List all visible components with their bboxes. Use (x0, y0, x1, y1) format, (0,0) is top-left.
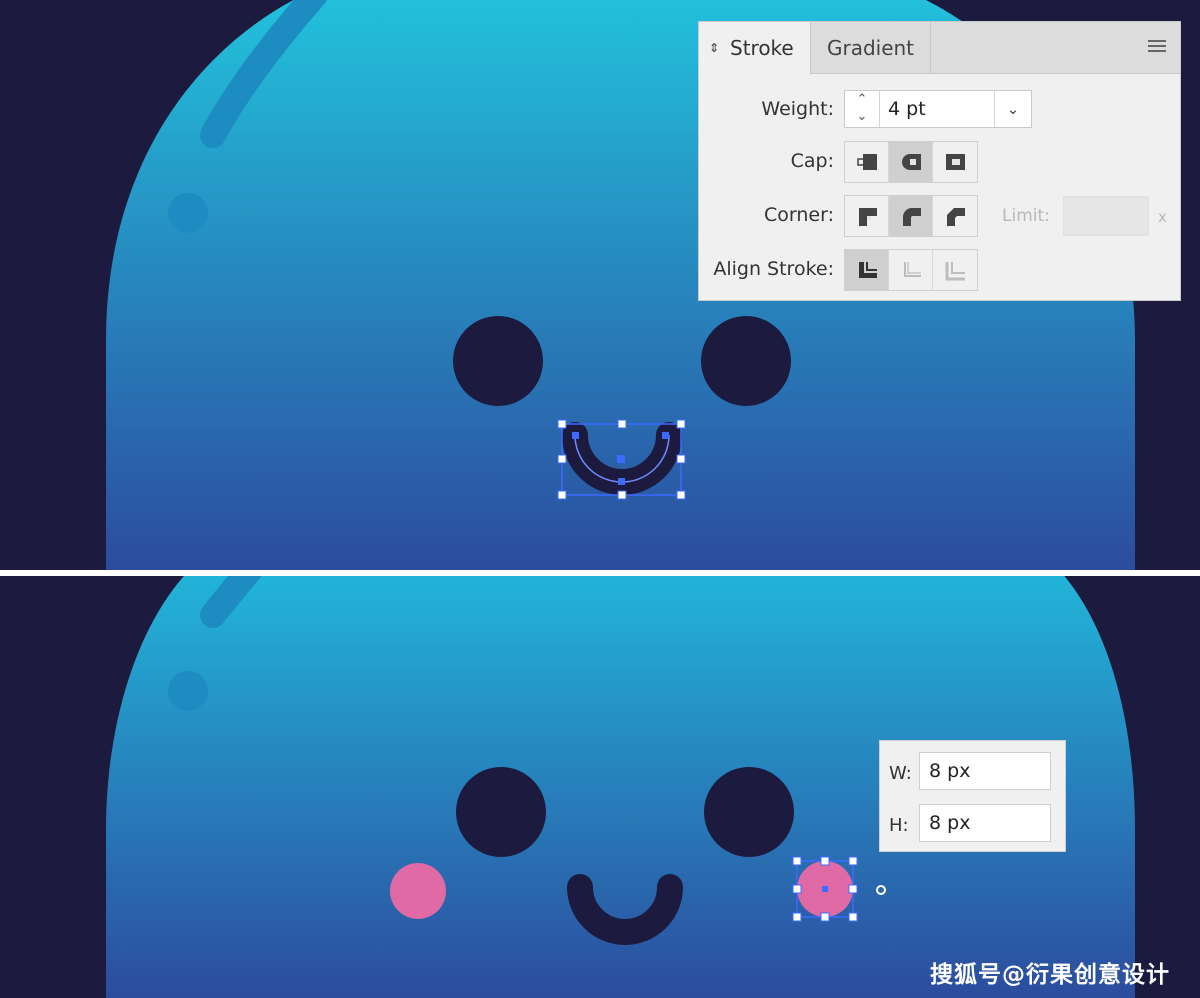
watermark-text: 搜狐号@衍果创意设计 (930, 962, 1170, 988)
limit-input[interactable] (1063, 196, 1149, 236)
left-eye (456, 767, 546, 857)
width-label: W: (889, 763, 912, 784)
butt-cap-button[interactable] (845, 142, 889, 182)
cap-label: Cap: (790, 150, 834, 172)
butt-cap-icon (856, 154, 877, 170)
align-stroke-label: Align Stroke: (713, 258, 834, 280)
limit-unit: x (1158, 208, 1167, 226)
round-cap-icon (901, 154, 921, 170)
tab-stroke[interactable]: ⇕ Stroke (699, 22, 811, 75)
tab-gradient-label: Gradient (826, 36, 915, 60)
bevel-join-icon (947, 208, 965, 226)
tab-gradient[interactable]: Gradient (811, 22, 931, 74)
height-label: H: (889, 815, 909, 836)
right-eye (701, 316, 791, 406)
left-cheek (390, 863, 446, 919)
corner-label: Corner: (764, 204, 834, 226)
projecting-cap-button[interactable] (933, 142, 977, 182)
miter-join-button[interactable] (845, 196, 889, 236)
align-center-icon (858, 262, 877, 278)
weight-label: Weight: (761, 98, 834, 120)
chevron-down-icon[interactable]: ⌄ (994, 91, 1031, 127)
align-stroke-button-group (844, 249, 978, 291)
bevel-join-button[interactable] (933, 196, 977, 236)
align-outside-button[interactable] (933, 250, 977, 290)
highlight-dot (168, 671, 208, 711)
right-eye (704, 767, 794, 857)
stroke-panel: ⇕ Stroke Gradient Weight: ⌃ ⌄ 4 pt ⌄ Cap: (698, 21, 1181, 301)
align-center-button[interactable] (845, 250, 889, 290)
limit-label: Limit: (1002, 206, 1050, 226)
panel-menu-icon[interactable] (1148, 40, 1166, 54)
weight-spin-icon[interactable]: ⌃ ⌄ (845, 91, 880, 127)
cap-button-group (844, 141, 978, 183)
align-outside-icon (945, 262, 965, 281)
artboard-top: ⇕ Stroke Gradient Weight: ⌃ ⌄ 4 pt ⌄ Cap: (0, 0, 1200, 570)
miter-join-icon (858, 208, 877, 226)
weight-value[interactable]: 4 pt (888, 91, 926, 127)
round-join-icon (902, 208, 921, 226)
align-inside-button[interactable] (889, 250, 933, 290)
width-input[interactable]: 8 px (919, 752, 1051, 790)
projecting-cap-icon (946, 154, 965, 170)
height-input[interactable]: 8 px (919, 804, 1051, 842)
round-cap-button[interactable] (889, 142, 933, 182)
weight-stepper[interactable]: ⌃ ⌄ 4 pt ⌄ (844, 90, 1032, 128)
transform-size-panel: W: 8 px H: 8 px (879, 740, 1066, 852)
round-join-button[interactable] (889, 196, 933, 236)
panel-tab-bar: ⇕ Stroke Gradient (699, 22, 1180, 75)
left-eye (453, 316, 543, 406)
highlight-dot (168, 193, 208, 233)
expand-arrows-icon[interactable]: ⇕ (709, 22, 719, 74)
tab-stroke-label: Stroke (730, 36, 794, 60)
align-inside-icon (903, 262, 921, 277)
corner-button-group (844, 195, 978, 237)
